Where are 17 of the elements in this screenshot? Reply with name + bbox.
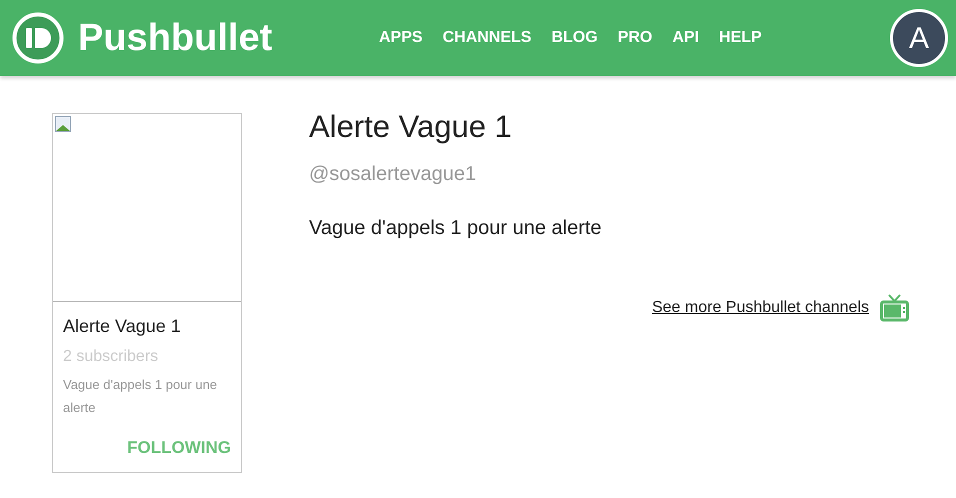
nav-link[interactable]: HELP bbox=[719, 26, 762, 50]
nav-link[interactable]: API bbox=[672, 26, 700, 50]
card-title: Alerte Vague 1 bbox=[63, 315, 182, 338]
channel-title: Alerte Vague 1 bbox=[309, 108, 513, 146]
following-button[interactable]: FOLLOWING bbox=[127, 434, 231, 460]
channels-link[interactable]: See more Pushbullet channels bbox=[652, 296, 869, 320]
nav-link[interactable]: CHANNELS bbox=[442, 26, 532, 50]
channel-handle: @sosalertevague1 bbox=[309, 162, 478, 187]
avatar[interactable]: A bbox=[890, 9, 948, 67]
channel-description: Vague d'appels 1 pour une alerte bbox=[309, 216, 603, 241]
logo-text[interactable]: Pushbullet bbox=[78, 19, 272, 57]
nav-link[interactable]: PRO bbox=[618, 26, 652, 50]
nav-link[interactable]: BLOG bbox=[551, 26, 598, 50]
card-description: Vague d'appels 1 pour une alerte bbox=[63, 376, 218, 417]
tv-icon[interactable] bbox=[880, 293, 909, 322]
nav-link[interactable]: APPS bbox=[379, 26, 423, 50]
logo-icon[interactable] bbox=[12, 12, 64, 64]
